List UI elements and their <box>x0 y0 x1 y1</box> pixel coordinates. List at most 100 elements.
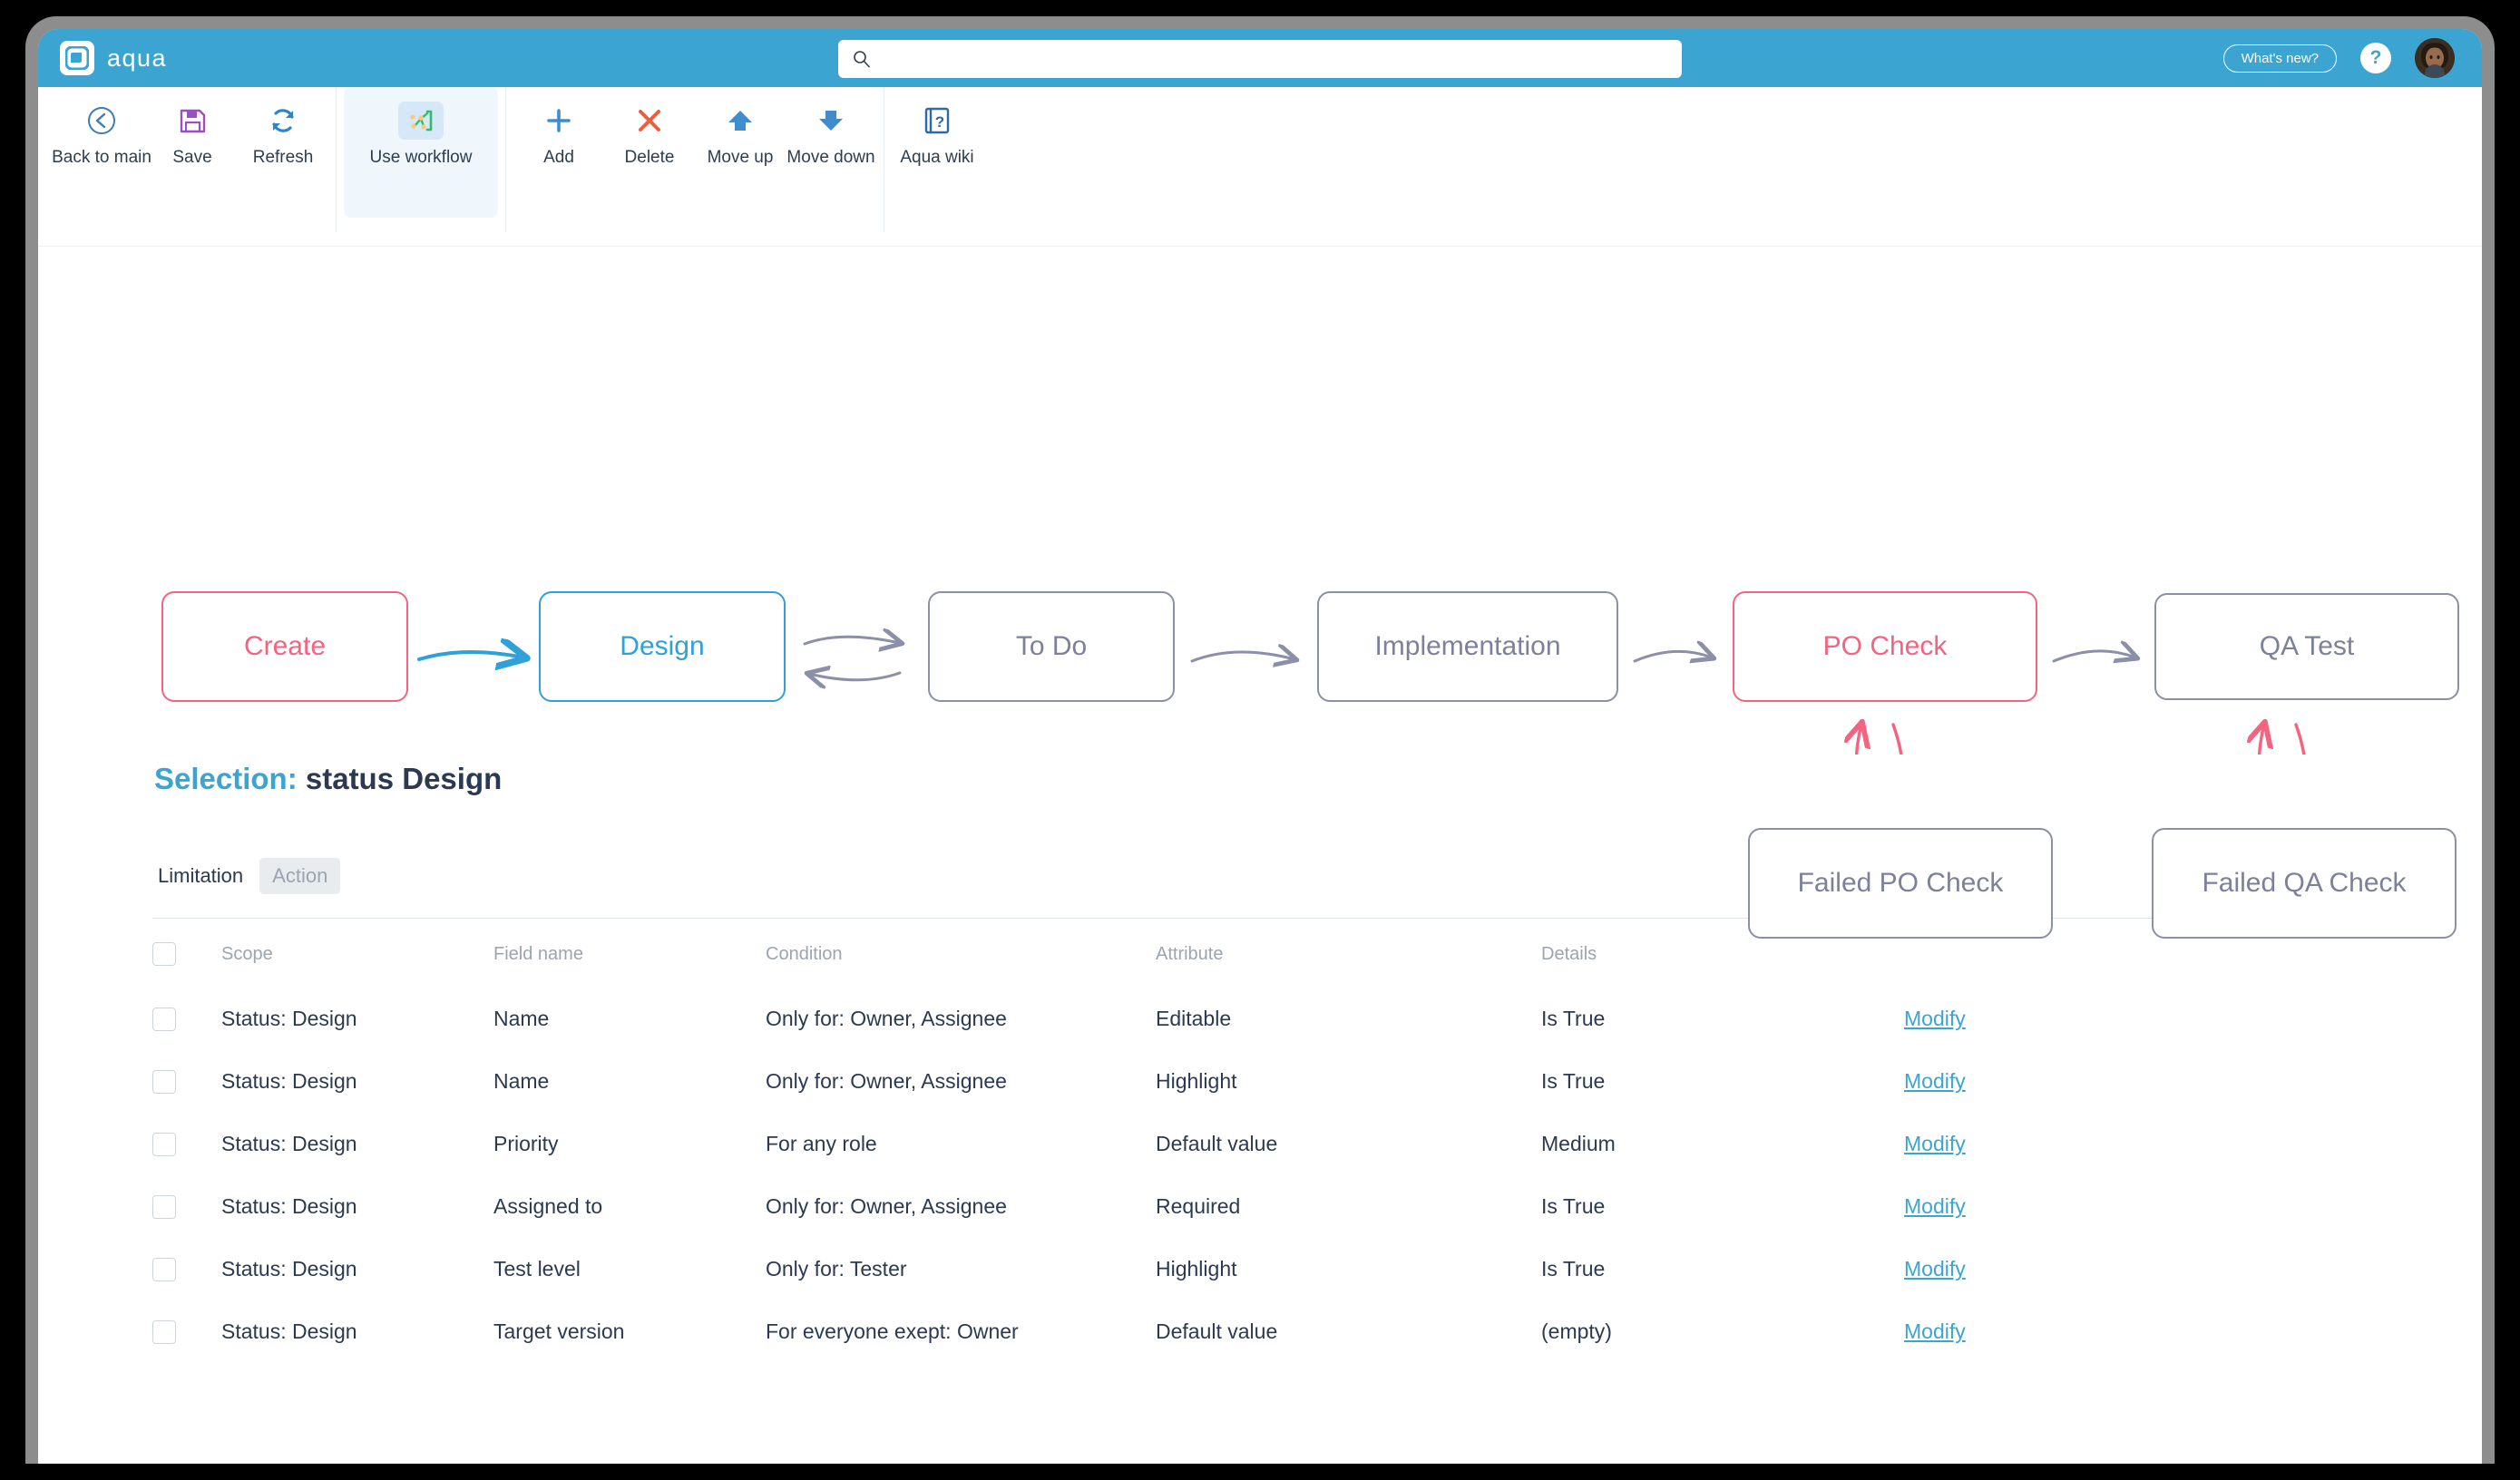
refresh-icon <box>268 102 298 140</box>
cell-attribute: Highlight <box>1156 1238 1541 1300</box>
modify-link[interactable]: Modify <box>1904 1132 1966 1155</box>
cell-action: Modify <box>1904 1175 2368 1238</box>
avatar[interactable] <box>2415 38 2455 78</box>
row-select-cell <box>152 1175 221 1238</box>
cell-scope: Status: Design <box>221 1300 493 1363</box>
workflow-node-design[interactable]: Design <box>539 591 786 702</box>
move-up-button[interactable]: Move up <box>695 87 786 168</box>
row-checkbox[interactable] <box>152 1070 176 1094</box>
workflow-icon <box>398 102 444 140</box>
cell-condition: For everyone exept: Owner <box>766 1300 1156 1363</box>
column-header-attribute: Attribute <box>1156 919 1541 988</box>
cell-details: Is True <box>1541 988 1904 1050</box>
save-button[interactable]: Save <box>147 87 238 168</box>
cell-details: Medium <box>1541 1113 1904 1175</box>
aqua-wiki-label: Aqua wiki <box>900 148 973 168</box>
row-checkbox[interactable] <box>152 1320 176 1344</box>
workflow-node-failed-qa-check[interactable]: Failed QA Check <box>2152 828 2457 939</box>
cell-action: Modify <box>1904 1300 2368 1363</box>
help-icon[interactable]: ? <box>2360 43 2391 73</box>
aqua-wiki-button[interactable]: ? Aqua wiki <box>892 87 982 168</box>
cell-details: Is True <box>1541 1050 1904 1113</box>
row-select-cell <box>152 1300 221 1363</box>
cell-field-name: Test level <box>493 1238 766 1300</box>
workflow-node-implementation[interactable]: Implementation <box>1317 591 1618 702</box>
table-row[interactable]: Status: Design Test level Only for: Test… <box>152 1238 2368 1300</box>
cell-scope: Status: Design <box>221 1113 493 1175</box>
modify-link[interactable]: Modify <box>1904 1319 1966 1343</box>
move-down-button[interactable]: Move down <box>786 87 876 168</box>
cell-details: (empty) <box>1541 1300 1904 1363</box>
cell-details: Is True <box>1541 1238 1904 1300</box>
row-checkbox[interactable] <box>152 1008 176 1031</box>
arrow-down-icon <box>816 102 845 140</box>
table-body: Status: Design Name Only for: Owner, Ass… <box>152 988 2368 1363</box>
column-header-select <box>152 919 221 988</box>
workflow-node-po-check[interactable]: PO Check <box>1733 591 2037 702</box>
table-row[interactable]: Status: Design Assigned to Only for: Own… <box>152 1175 2368 1238</box>
workflow-node-to-do[interactable]: To Do <box>928 591 1175 702</box>
cell-field-name: Target version <box>493 1300 766 1363</box>
cell-attribute: Default value <box>1156 1113 1541 1175</box>
tab-limitation[interactable]: Limitation <box>152 858 249 894</box>
modify-link[interactable]: Modify <box>1904 1007 1966 1030</box>
table-row[interactable]: Status: Design Priority For any role Def… <box>152 1113 2368 1175</box>
svg-text:?: ? <box>935 113 944 131</box>
row-checkbox[interactable] <box>152 1258 176 1281</box>
workflow-canvas: Create Design To Do Implementation PO Ch… <box>38 247 2482 755</box>
move-down-label: Move down <box>786 148 874 168</box>
brand[interactable]: aqua <box>60 41 167 75</box>
cell-scope: Status: Design <box>221 1050 493 1113</box>
row-checkbox[interactable] <box>152 1195 176 1219</box>
cell-attribute: Highlight <box>1156 1050 1541 1113</box>
add-button[interactable]: Add <box>513 87 604 168</box>
select-all-checkbox[interactable] <box>152 942 176 966</box>
cell-attribute: Default value <box>1156 1300 1541 1363</box>
cell-condition: Only for: Owner, Assignee <box>766 1175 1156 1238</box>
cross-icon <box>636 102 663 140</box>
whats-new-button[interactable]: What's new? <box>2223 44 2337 73</box>
column-header-scope: Scope <box>221 919 493 988</box>
modify-link[interactable]: Modify <box>1904 1069 1966 1093</box>
use-workflow-button[interactable]: Use workflow <box>344 87 498 218</box>
toolbar-group-file: Back to main Save <box>49 87 337 232</box>
workflow-node-failed-po-check[interactable]: Failed PO Check <box>1748 828 2053 939</box>
refresh-button[interactable]: Refresh <box>238 87 328 168</box>
cell-action: Modify <box>1904 1050 2368 1113</box>
cell-action: Modify <box>1904 1238 2368 1300</box>
page-title: Selection: status Design <box>154 762 2482 796</box>
table-row[interactable]: Status: Design Target version For everyo… <box>152 1300 2368 1363</box>
cell-condition: For any role <box>766 1113 1156 1175</box>
row-select-cell <box>152 1050 221 1113</box>
cell-attribute: Required <box>1156 1175 1541 1238</box>
cell-field-name: Name <box>493 1050 766 1113</box>
device-frame: aqua What's new? ? <box>25 16 2495 1464</box>
book-question-icon: ? <box>923 102 951 140</box>
workflow-node-qa-test[interactable]: QA Test <box>2154 593 2459 700</box>
row-select-cell <box>152 1113 221 1175</box>
back-to-main-button[interactable]: Back to main <box>56 87 147 168</box>
modify-link[interactable]: Modify <box>1904 1257 1966 1280</box>
table-row[interactable]: Status: Design Name Only for: Owner, Ass… <box>152 1050 2368 1113</box>
limitation-table: Scope Field name Condition Attribute Det… <box>152 918 2368 1363</box>
delete-label: Delete <box>625 148 675 168</box>
cell-attribute: Editable <box>1156 988 1541 1050</box>
delete-button[interactable]: Delete <box>604 87 695 168</box>
cell-action: Modify <box>1904 1113 2368 1175</box>
search-container <box>838 40 1682 78</box>
workflow-node-create[interactable]: Create <box>161 591 408 702</box>
tab-action[interactable]: Action <box>259 858 340 894</box>
cell-details: Is True <box>1541 1175 1904 1238</box>
app-window: aqua What's new? ? <box>38 29 2482 1464</box>
plus-icon <box>544 102 573 140</box>
cell-field-name: Priority <box>493 1113 766 1175</box>
row-checkbox[interactable] <box>152 1133 176 1156</box>
floppy-disk-icon <box>178 102 208 140</box>
cell-field-name: Name <box>493 988 766 1050</box>
search-input[interactable] <box>838 40 1682 78</box>
table-row[interactable]: Status: Design Name Only for: Owner, Ass… <box>152 988 2368 1050</box>
arrow-up-icon <box>726 102 755 140</box>
cell-field-name: Assigned to <box>493 1175 766 1238</box>
modify-link[interactable]: Modify <box>1904 1194 1966 1218</box>
toolbar-group-workflow: Use workflow <box>337 87 506 232</box>
